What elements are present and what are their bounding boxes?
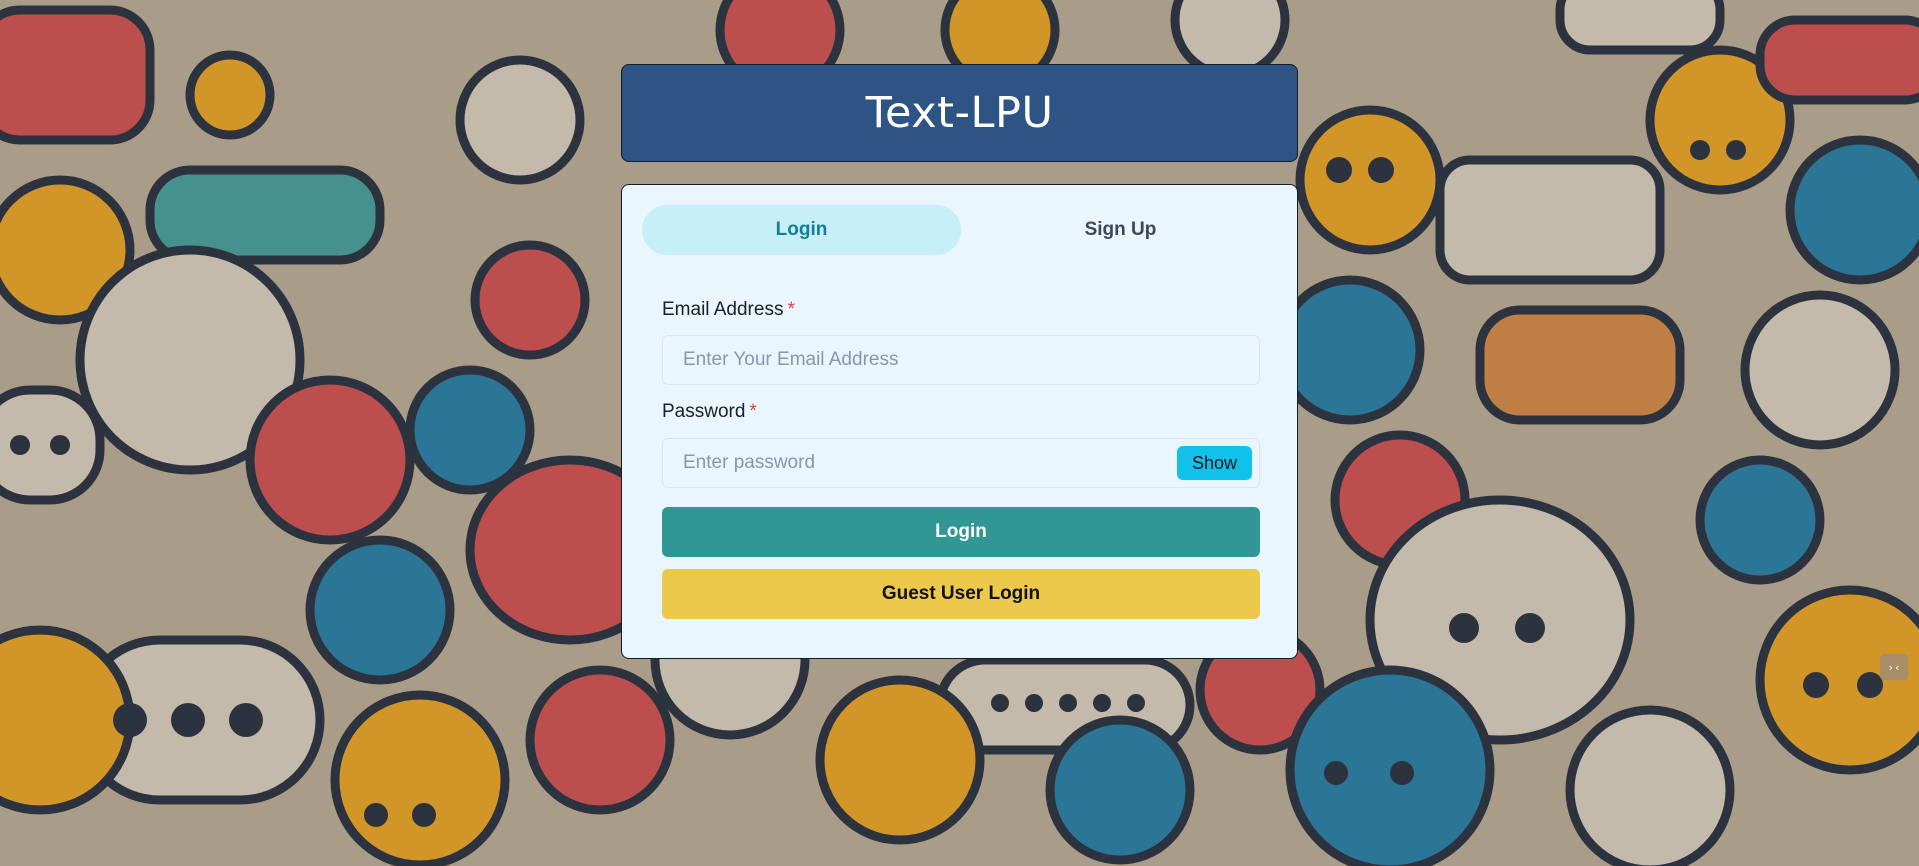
login-button[interactable]: Login [662,507,1260,557]
email-label-text: Email Address [662,299,784,320]
extension-icon[interactable]: ›‹ [1880,654,1908,680]
auth-card: Login Sign Up Email Address* Password* S… [621,184,1298,659]
email-input[interactable] [662,335,1260,385]
password-label-text: Password [662,401,746,422]
password-required-mark: * [749,401,757,422]
show-password-button[interactable]: Show [1177,446,1252,480]
email-required-mark: * [787,299,795,320]
app-header: Text-LPU [621,64,1298,162]
app-title: Text-LPU [865,88,1054,138]
tab-sign-up[interactable]: Sign Up [961,205,1280,255]
password-input[interactable] [662,438,1260,488]
guest-login-button[interactable]: Guest User Login [662,569,1260,619]
password-label: Password * [662,401,757,423]
tab-login[interactable]: Login [642,205,961,255]
email-label: Email Address * [662,299,795,321]
auth-tabs: Login Sign Up [642,205,1280,255]
